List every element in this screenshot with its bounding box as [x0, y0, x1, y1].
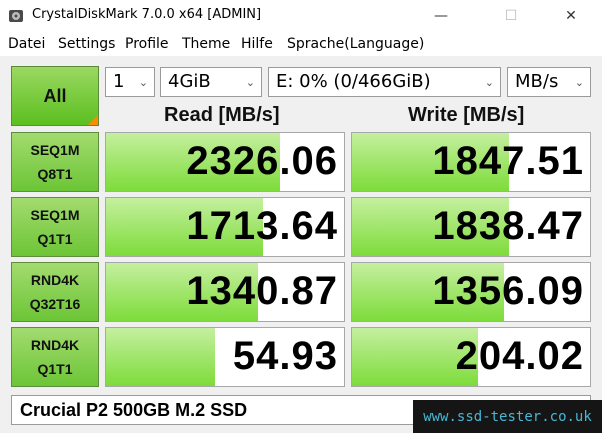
write-result-cell: 1847.51 — [351, 132, 591, 192]
window-title: CrystalDiskMark 7.0.0 x64 [ADMIN] — [32, 7, 262, 22]
all-button-label: All — [43, 85, 67, 106]
read-value: 1340.87 — [186, 269, 338, 313]
unit-select[interactable]: MB/s ⌄ — [507, 67, 591, 97]
read-value: 1713.64 — [186, 204, 338, 248]
unit-value: MB/s — [515, 71, 559, 92]
minimize-button[interactable]: — — [418, 0, 464, 32]
menu-theme[interactable]: Theme — [182, 36, 230, 52]
chevron-down-icon: ⌄ — [484, 76, 494, 89]
test-button-seq1m-q1t1[interactable]: SEQ1M Q1T1 — [11, 197, 99, 257]
test-name: RND4K — [30, 337, 80, 353]
maximize-button[interactable]: ☐ — [488, 0, 534, 32]
watermark: www.ssd-tester.co.uk — [413, 400, 602, 433]
read-bar — [106, 328, 216, 386]
test-params: Q1T1 — [37, 231, 73, 247]
comment-text: Crucial P2 500GB M.2 SSD — [20, 400, 248, 420]
menu-profile[interactable]: Profile — [125, 36, 169, 52]
close-button[interactable]: ✕ — [548, 0, 594, 32]
read-result-cell: 1713.64 — [105, 197, 345, 257]
menu-bar: Datei Settings Profile Theme Hilfe Sprac… — [0, 32, 602, 56]
test-size-value: 4GiB — [168, 71, 211, 92]
drive-value: E: 0% (0/466GiB) — [276, 71, 431, 92]
write-result-cell: 204.02 — [351, 327, 591, 387]
chevron-down-icon: ⌄ — [574, 76, 584, 89]
all-button[interactable]: All — [11, 66, 99, 126]
read-value: 54.93 — [232, 334, 338, 378]
menu-datei[interactable]: Datei — [8, 36, 45, 52]
test-button-rnd4k-q32t16[interactable]: RND4K Q32T16 — [11, 262, 99, 322]
chevron-down-icon: ⌄ — [138, 76, 148, 89]
write-value: 1847.51 — [432, 139, 584, 183]
corner-marker-icon — [88, 115, 98, 125]
write-value: 204.02 — [455, 334, 584, 378]
read-result-cell: 1340.87 — [105, 262, 345, 322]
title-bar: CrystalDiskMark 7.0.0 x64 [ADMIN] — ☐ ✕ — [0, 0, 602, 32]
write-value: 1838.47 — [432, 204, 584, 248]
test-count-select[interactable]: 1 ⌄ — [105, 67, 155, 97]
write-value: 1356.09 — [432, 269, 584, 313]
test-params: Q8T1 — [37, 166, 73, 182]
test-name: SEQ1M — [30, 207, 80, 223]
read-column-header: Read [MB/s] — [164, 104, 280, 126]
chevron-down-icon: ⌄ — [245, 76, 255, 89]
test-count-value: 1 — [113, 71, 125, 92]
test-button-rnd4k-q1t1[interactable]: RND4K Q1T1 — [11, 327, 99, 387]
drive-select[interactable]: E: 0% (0/466GiB) ⌄ — [268, 67, 501, 97]
write-column-header: Write [MB/s] — [408, 104, 525, 126]
write-result-cell: 1356.09 — [351, 262, 591, 322]
crystaldiskmark-app-icon — [9, 10, 23, 22]
test-params: Q1T1 — [37, 361, 73, 377]
menu-settings[interactable]: Settings — [58, 36, 115, 52]
test-name: SEQ1M — [30, 142, 80, 158]
test-params: Q32T16 — [29, 296, 81, 312]
read-result-cell: 54.93 — [105, 327, 345, 387]
read-result-cell: 2326.06 — [105, 132, 345, 192]
write-result-cell: 1838.47 — [351, 197, 591, 257]
read-value: 2326.06 — [186, 139, 338, 183]
menu-language[interactable]: Sprache(Language) — [287, 36, 424, 52]
test-name: RND4K — [30, 272, 80, 288]
menu-hilfe[interactable]: Hilfe — [241, 36, 273, 52]
test-size-select[interactable]: 4GiB ⌄ — [160, 67, 262, 97]
test-button-seq1m-q8t1[interactable]: SEQ1M Q8T1 — [11, 132, 99, 192]
